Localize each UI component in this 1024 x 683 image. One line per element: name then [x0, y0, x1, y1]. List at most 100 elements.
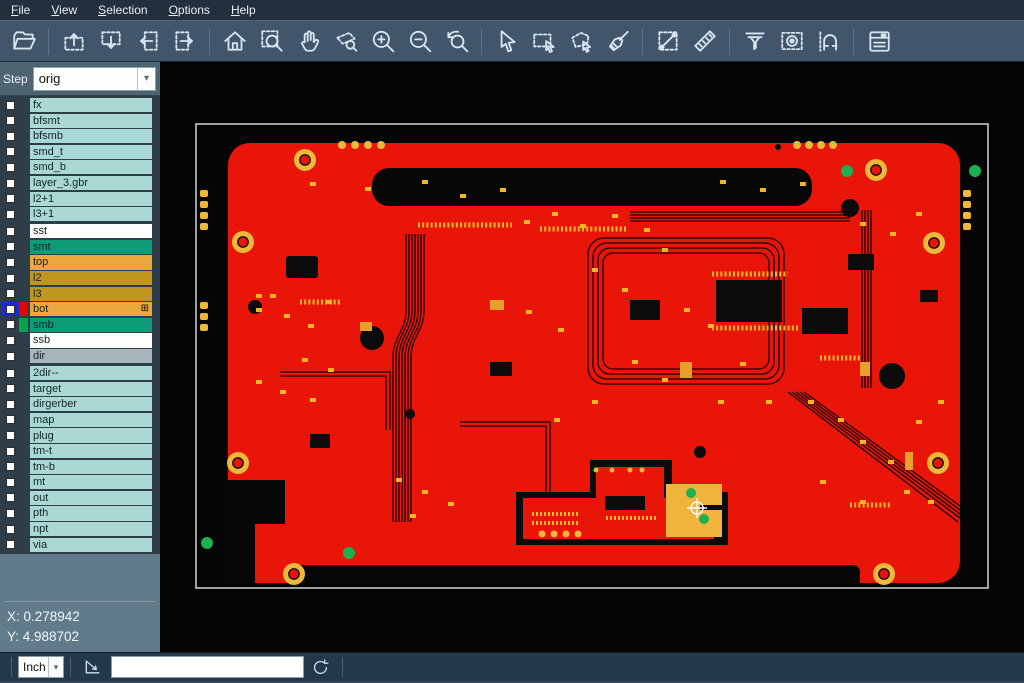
- open-folder-button[interactable]: [5, 23, 42, 59]
- filter-button[interactable]: [736, 23, 773, 59]
- pcb-canvas[interactable]: [160, 62, 1024, 652]
- layer-label-smd_t[interactable]: smd_t: [30, 145, 152, 159]
- layer-label-ssb[interactable]: ssb: [30, 333, 152, 347]
- layer-checkbox-tm-b[interactable]: [2, 460, 19, 474]
- zoom-window-button[interactable]: [253, 23, 290, 59]
- view-region-button[interactable]: [773, 23, 810, 59]
- layer-label-l2[interactable]: l2: [30, 271, 152, 285]
- layer-row-npt: npt: [2, 522, 158, 536]
- layer-label-map[interactable]: map: [30, 413, 152, 427]
- layer-label-smd_b[interactable]: smd_b: [30, 160, 152, 174]
- layer-checkbox-l3+1[interactable]: [2, 207, 19, 221]
- layer-label-fx[interactable]: fx: [30, 98, 152, 112]
- layer-label-npt[interactable]: npt: [30, 522, 152, 536]
- layer-checkbox-smd_t[interactable]: [2, 145, 19, 159]
- layer-checkbox-plug[interactable]: [2, 428, 19, 442]
- select-rectangle-button[interactable]: [525, 23, 562, 59]
- layer-label-via[interactable]: via: [30, 538, 152, 552]
- layer-checkbox-out[interactable]: [2, 491, 19, 505]
- menu-item-options[interactable]: Options: [166, 1, 213, 19]
- pan-left-button[interactable]: [129, 23, 166, 59]
- menu-item-selection[interactable]: Selection: [95, 1, 150, 19]
- checkbox-icon: [6, 493, 15, 502]
- layer-checkbox-fx[interactable]: [2, 98, 19, 112]
- layer-checkbox-target[interactable]: [2, 382, 19, 396]
- layer-row-smd_b: smd_b: [2, 160, 158, 174]
- step-select[interactable]: orig ▾: [33, 67, 156, 91]
- layer-label-target[interactable]: target: [30, 382, 152, 396]
- command-input[interactable]: [111, 656, 304, 678]
- layer-checkbox-pth[interactable]: [2, 506, 19, 520]
- layer-label-out[interactable]: out: [30, 491, 152, 505]
- select-pointer-button[interactable]: [488, 23, 525, 59]
- layer-label-tm-t[interactable]: tm-t: [30, 444, 152, 458]
- layer-checkbox-smt[interactable]: [2, 240, 19, 254]
- row-edge-strip: [152, 382, 158, 396]
- layer-label-top[interactable]: top: [30, 255, 152, 269]
- layer-label-smb[interactable]: smb: [30, 318, 152, 332]
- layer-checkbox-l2[interactable]: [2, 271, 19, 285]
- layer-checkbox-sst[interactable]: [2, 224, 19, 238]
- zoom-in-button[interactable]: [364, 23, 401, 59]
- layer-checkbox-smd_b[interactable]: [2, 160, 19, 174]
- pan-right-button[interactable]: [166, 23, 203, 59]
- layer-checkbox-top[interactable]: [2, 255, 19, 269]
- layer-checkbox-mt[interactable]: [2, 475, 19, 489]
- units-select[interactable]: Inch ▾: [18, 656, 64, 678]
- layer-label-bot[interactable]: bot⊞: [30, 302, 152, 316]
- layer-label-pth[interactable]: pth: [30, 506, 152, 520]
- pan-down-button[interactable]: [92, 23, 129, 59]
- layer-label-dirgerber[interactable]: dirgerber: [30, 397, 152, 411]
- pan-hand-button[interactable]: [290, 23, 327, 59]
- layer-label-mt[interactable]: mt: [30, 475, 152, 489]
- layer-checkbox-tm-t[interactable]: [2, 444, 19, 458]
- layer-row-bfsmt: bfsmt: [2, 114, 158, 128]
- layer-checkbox-bfsmb[interactable]: [2, 129, 19, 143]
- select-polygon-button[interactable]: [562, 23, 599, 59]
- layer-checkbox-smb[interactable]: [2, 318, 19, 332]
- layer-checkbox-via[interactable]: [2, 538, 19, 552]
- layer-checkbox-2dir--[interactable]: [2, 366, 19, 380]
- layer-checkbox-layer_3.gbr[interactable]: [2, 176, 19, 190]
- layer-checkbox-bfsmt[interactable]: [2, 114, 19, 128]
- zoom-window-icon: [259, 28, 285, 54]
- layer-label-l2+1[interactable]: l2+1: [30, 192, 152, 206]
- ruler-button[interactable]: [686, 23, 723, 59]
- layer-label-layer_3.gbr[interactable]: layer_3.gbr: [30, 176, 152, 190]
- checkbox-icon: [6, 289, 15, 298]
- layer-checkbox-dir[interactable]: [2, 349, 19, 363]
- layer-checkbox-l2+1[interactable]: [2, 192, 19, 206]
- layer-label-bfsmb[interactable]: bfsmb: [30, 129, 152, 143]
- home-view-button[interactable]: [216, 23, 253, 59]
- zoom-out-button[interactable]: [401, 23, 438, 59]
- layer-label-plug[interactable]: plug: [30, 428, 152, 442]
- layer-label-l3+1[interactable]: l3+1: [30, 207, 152, 221]
- angle-tool-button[interactable]: [80, 655, 106, 679]
- layer-color-swatch: [19, 382, 28, 396]
- layer-checkbox-bot[interactable]: [2, 302, 19, 316]
- layers-panel-button[interactable]: [860, 23, 897, 59]
- snap-magnet-button[interactable]: [810, 23, 847, 59]
- layer-checkbox-npt[interactable]: [2, 522, 19, 536]
- clean-brush-icon: [605, 28, 631, 54]
- layer-checkbox-map[interactable]: [2, 413, 19, 427]
- layer-label-smt[interactable]: smt: [30, 240, 152, 254]
- layer-label-l3[interactable]: l3: [30, 287, 152, 301]
- layer-label-dir[interactable]: dir: [30, 349, 152, 363]
- refresh-button[interactable]: [307, 655, 333, 679]
- zoom-selection-button[interactable]: [327, 23, 364, 59]
- menu-item-help[interactable]: Help: [228, 1, 259, 19]
- layer-checkbox-l3[interactable]: [2, 287, 19, 301]
- measure-distance-button[interactable]: [649, 23, 686, 59]
- layer-label-tm-b[interactable]: tm-b: [30, 460, 152, 474]
- pan-up-button[interactable]: [55, 23, 92, 59]
- clean-brush-button[interactable]: [599, 23, 636, 59]
- layer-label-2dir--[interactable]: 2dir--: [30, 366, 152, 380]
- layer-label-bfsmt[interactable]: bfsmt: [30, 114, 152, 128]
- layer-checkbox-ssb[interactable]: [2, 333, 19, 347]
- layer-checkbox-dirgerber[interactable]: [2, 397, 19, 411]
- menu-item-file[interactable]: File: [8, 1, 33, 19]
- layer-label-sst[interactable]: sst: [30, 224, 152, 238]
- zoom-previous-button[interactable]: [438, 23, 475, 59]
- menu-item-view[interactable]: View: [48, 1, 80, 19]
